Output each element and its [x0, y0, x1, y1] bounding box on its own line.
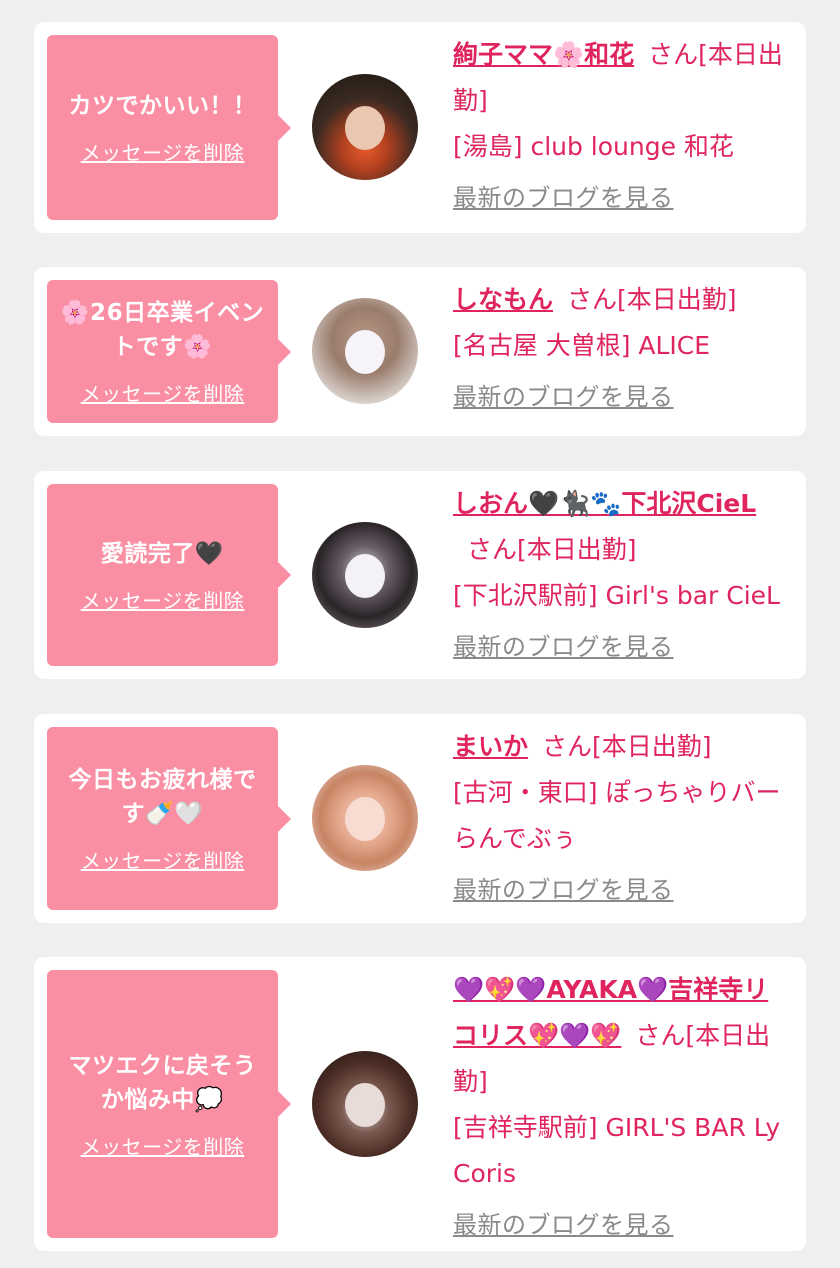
delete-message-link[interactable]: メッセージを削除	[81, 1131, 245, 1160]
avatar[interactable]	[312, 522, 418, 628]
cast-status: さん[本日出勤]	[567, 285, 737, 314]
message-text: 今日もお疲れ様です🍼🤍	[68, 767, 257, 827]
cast-name-link[interactable]: まいか	[453, 732, 528, 761]
store-info: [下北沢駅前] Girl's bar CieL	[453, 581, 780, 610]
message-text: 🌸26日卒業イベントです🌸	[60, 300, 265, 360]
avatar[interactable]	[312, 765, 418, 871]
message-bubble: 今日もお疲れ様です🍼🤍 メッセージを削除	[47, 727, 291, 910]
cast-info: しなもん さん[本日出勤] [名古屋 大曽根] ALICE 最新のブログを見る	[453, 277, 793, 412]
cast-info: 絢子ママ🌸和花 さん[本日出勤] [湯島] club lounge 和花 最新のブ…	[453, 32, 793, 213]
delete-message-link[interactable]: メッセージを削除	[81, 378, 245, 407]
store-info: [湯島] club lounge 和花	[453, 132, 734, 161]
message-text: マツエクに戻そうか悩み中💭	[68, 1052, 257, 1113]
avatar[interactable]	[312, 74, 418, 180]
message-card: 今日もお疲れ様です🍼🤍 メッセージを削除 まいか さん[本日出勤] [古河・東口]…	[34, 714, 806, 923]
message-text: カツでかいい！！	[68, 93, 257, 119]
message-card: マツエクに戻そうか悩み中💭 メッセージを削除 💜💖💜AYAKA💜吉祥寺リコリス💖…	[34, 957, 806, 1251]
store-info: [吉祥寺駅前] GIRL'S BAR LyCoris	[453, 1113, 781, 1188]
delete-message-link[interactable]: メッセージを削除	[81, 585, 245, 614]
store-info: [名古屋 大曽根] ALICE	[453, 331, 711, 360]
view-latest-blog-link[interactable]: 最新のブログを見る	[453, 178, 674, 213]
view-latest-blog-link[interactable]: 最新のブログを見る	[453, 1205, 674, 1240]
delete-message-link[interactable]: メッセージを削除	[81, 845, 245, 874]
cast-info: しおん🖤🐈‍⬛🐾下北沢CieL さん[本日出勤] [下北沢駅前] Girl's b…	[453, 481, 793, 662]
view-latest-blog-link[interactable]: 最新のブログを見る	[453, 377, 674, 412]
avatar[interactable]	[312, 298, 418, 404]
message-bubble: 愛読完了🖤 メッセージを削除	[47, 484, 291, 666]
message-bubble: マツエクに戻そうか悩み中💭 メッセージを削除	[47, 970, 291, 1238]
message-card: 🌸26日卒業イベントです🌸 メッセージを削除 しなもん さん[本日出勤] [名古屋…	[34, 267, 806, 436]
cast-name-link[interactable]: しなもん	[453, 285, 553, 314]
avatar[interactable]	[312, 1051, 418, 1157]
view-latest-blog-link[interactable]: 最新のブログを見る	[453, 870, 674, 905]
store-info: [古河・東口] ぽっちゃりバー らんでぶぅ	[453, 778, 781, 853]
cast-status: さん[本日出勤]	[542, 732, 712, 761]
message-card: 愛読完了🖤 メッセージを削除 しおん🖤🐈‍⬛🐾下北沢CieL さん[本日出勤] […	[34, 471, 806, 679]
delete-message-link[interactable]: メッセージを削除	[81, 137, 245, 166]
message-bubble: カツでかいい！！ メッセージを削除	[47, 35, 291, 220]
message-card: カツでかいい！！ メッセージを削除 絢子ママ🌸和花 さん[本日出勤] [湯島] c…	[34, 22, 806, 233]
cast-name-link[interactable]: 絢子ママ🌸和花	[453, 40, 634, 69]
cast-status: さん[本日出勤]	[467, 535, 637, 564]
cast-name-link[interactable]: しおん🖤🐈‍⬛🐾下北沢CieL	[453, 489, 756, 518]
message-text: 愛読完了🖤	[100, 540, 225, 567]
message-bubble: 🌸26日卒業イベントです🌸 メッセージを削除	[47, 280, 291, 423]
cast-info: まいか さん[本日出勤] [古河・東口] ぽっちゃりバー らんでぶぅ 最新のブログ…	[453, 724, 793, 905]
view-latest-blog-link[interactable]: 最新のブログを見る	[453, 627, 674, 662]
cast-info: 💜💖💜AYAKA💜吉祥寺リコリス💖💜💖 さん[本日出勤] [吉祥寺駅前] GIRL…	[453, 967, 793, 1240]
